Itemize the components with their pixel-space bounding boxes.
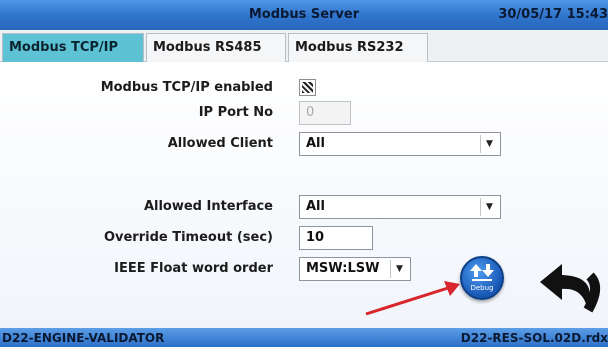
allowed-client-label: Allowed Client	[167, 136, 273, 151]
override-timeout-label: Override Timeout (sec)	[103, 230, 273, 245]
settings-panel: Modbus TCP/IP enabled IP Port No 0 Allow…	[0, 63, 608, 328]
debug-transfer-icon	[470, 264, 494, 281]
allowed-interface-select[interactable]: All ▼	[299, 195, 501, 219]
chevron-down-icon[interactable]: ▼	[480, 198, 498, 216]
allowed-client-select[interactable]: All ▼	[299, 132, 501, 156]
allowed-client-value: All	[306, 136, 325, 151]
ip-port-value: 0	[306, 105, 315, 120]
status-right: D22-RES-SOL.02D.rdx	[460, 331, 608, 345]
allowed-interface-value: All	[306, 199, 325, 214]
tcp-enabled-checkbox[interactable]	[299, 79, 316, 96]
chevron-down-icon[interactable]: ▼	[390, 260, 408, 278]
override-timeout-value: 10	[306, 230, 325, 245]
float-order-label: IEEE Float word order	[114, 261, 273, 276]
chevron-down-icon[interactable]: ▼	[480, 135, 498, 153]
ip-port-input[interactable]: 0	[299, 101, 351, 125]
title-bar: Modbus Server 30/05/17 15:43	[0, 0, 608, 30]
tab-modbus-rs485[interactable]: Modbus RS485	[146, 33, 286, 62]
debug-caption: Debug	[470, 284, 494, 292]
status-bar: D22-ENGINE-VALIDATOR D22-RES-SOL.02D.rdx	[0, 328, 608, 347]
checkbox-checked-mark	[302, 82, 313, 93]
debug-button[interactable]: Debug	[460, 256, 504, 300]
allowed-interface-label: Allowed Interface	[143, 199, 273, 214]
datetime: 30/05/17 15:43	[498, 7, 608, 22]
tab-modbus-tcp-ip[interactable]: Modbus TCP/IP	[2, 33, 144, 62]
back-arrow-icon[interactable]	[538, 256, 604, 316]
float-order-value: MSW:LSW	[306, 261, 380, 276]
ip-port-label: IP Port No	[198, 105, 273, 120]
tab-bar: Modbus TCP/IP Modbus RS485 Modbus RS232	[0, 30, 608, 62]
annotation-arrow-icon	[365, 281, 460, 316]
tcp-enabled-label: Modbus TCP/IP enabled	[100, 80, 273, 95]
status-left: D22-ENGINE-VALIDATOR	[2, 331, 165, 345]
tab-modbus-rs232[interactable]: Modbus RS232	[288, 33, 428, 62]
override-timeout-input[interactable]: 10	[299, 226, 373, 250]
